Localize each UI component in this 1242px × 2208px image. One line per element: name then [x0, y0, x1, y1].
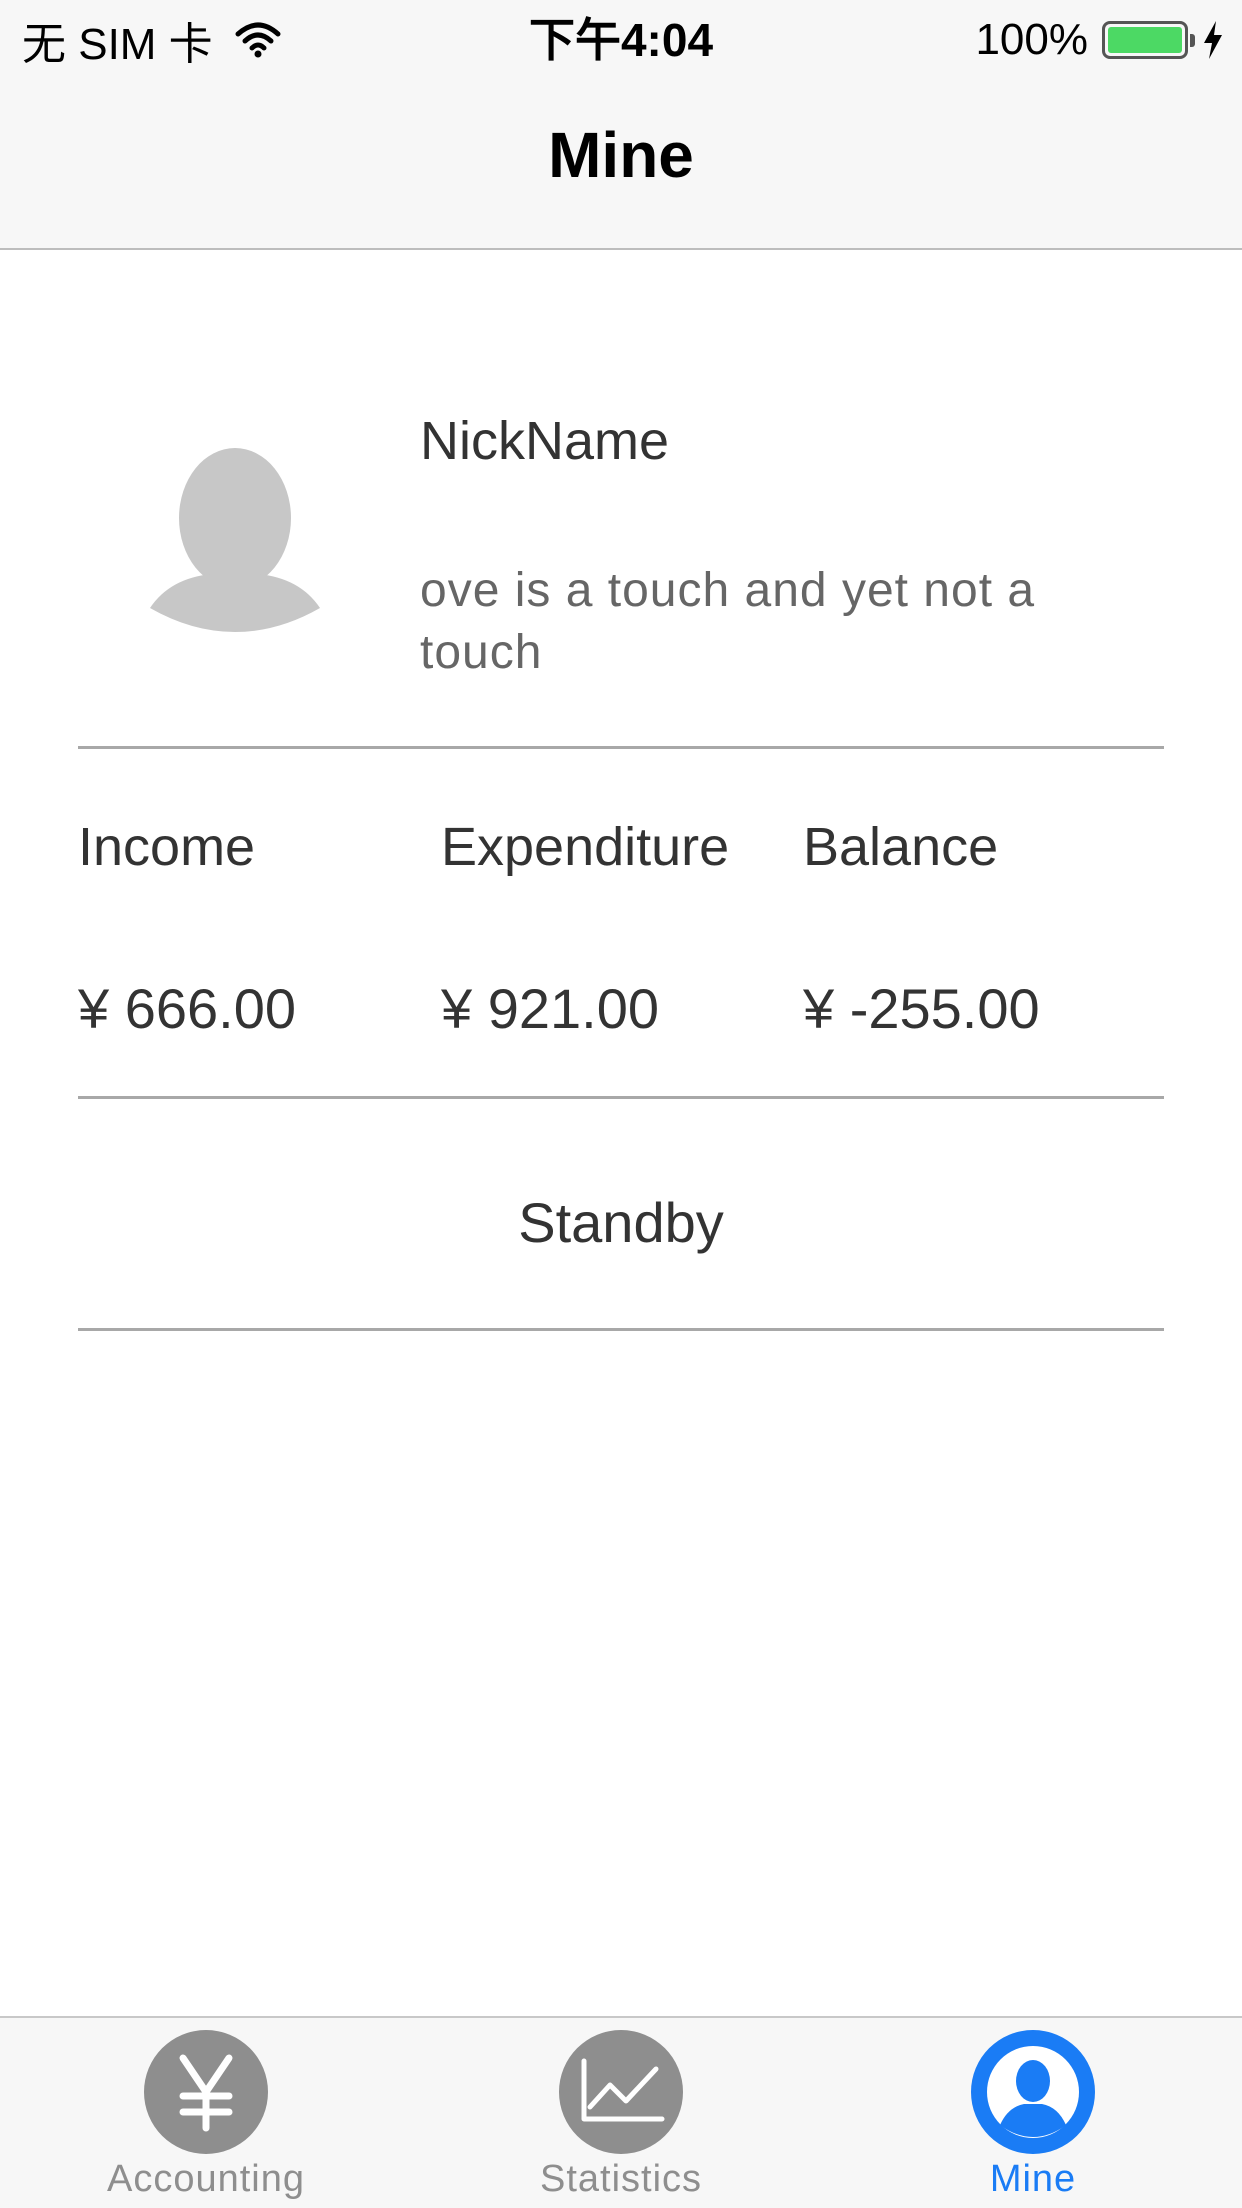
divider	[78, 746, 1164, 749]
income-value: ¥ 666.00	[78, 977, 296, 1040]
default-avatar-icon	[150, 448, 320, 632]
charging-bolt-icon	[1204, 21, 1222, 59]
divider	[78, 1096, 1164, 1099]
tab-label: Mine	[989, 2158, 1077, 2200]
chart-icon	[559, 2030, 683, 2154]
balance-value: ¥ -255.00	[803, 977, 1040, 1040]
income-label: Income	[78, 817, 256, 877]
tab-label: Statistics	[539, 2158, 703, 2200]
tab-label: Accounting	[106, 2158, 305, 2200]
page-title: Mine	[548, 119, 694, 191]
income-column: Income ¥ 666.00	[78, 812, 438, 1044]
signature: ove is a touch and yet not a touch	[420, 564, 1036, 679]
tab-bar: Accounting Statistics Mine	[0, 2016, 1242, 2208]
status-right: 100%	[975, 10, 1224, 70]
navigation-bar: Mine	[0, 80, 1242, 250]
balance-column: Balance ¥ -255.00	[803, 812, 1163, 1044]
expenditure-label: Expenditure	[441, 817, 730, 877]
nickname: NickName	[420, 411, 670, 471]
battery-percentage: 100%	[975, 15, 1088, 64]
tab-statistics[interactable]: Statistics	[471, 2030, 771, 2208]
battery-level	[1108, 27, 1182, 53]
expenditure-column: Expenditure ¥ 921.00	[441, 812, 801, 1044]
yen-icon	[144, 2030, 268, 2154]
balance-label: Balance	[803, 817, 999, 877]
avatar[interactable]	[150, 440, 320, 640]
divider	[78, 1328, 1164, 1331]
status-bar: 无 SIM 卡 下午4:04 100%	[0, 0, 1242, 80]
standby-button[interactable]: Standby	[0, 1190, 1242, 1255]
tab-accounting[interactable]: Accounting	[56, 2030, 356, 2208]
person-icon	[971, 2030, 1095, 2154]
expenditure-value: ¥ 921.00	[441, 977, 659, 1040]
battery-icon	[1102, 21, 1195, 59]
tab-mine[interactable]: Mine	[883, 2030, 1183, 2208]
